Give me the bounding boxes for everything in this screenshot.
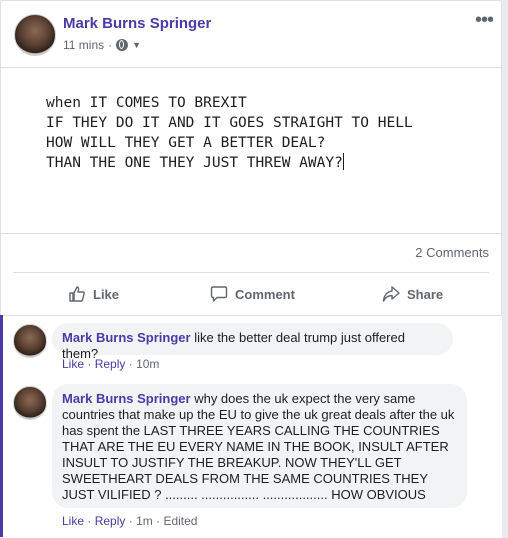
post-meta: 11 mins · ▼: [63, 38, 141, 52]
share-icon: [382, 286, 400, 302]
comment-label: Comment: [235, 286, 295, 302]
comments-count-link[interactable]: 2 Comments: [415, 245, 489, 260]
comment-bubble: Mark Burns Springer like the better deal…: [52, 323, 453, 361]
dot-separator: ·: [128, 357, 133, 371]
comment-reply-link[interactable]: Reply: [95, 357, 126, 371]
comment-author-name[interactable]: Mark Burns Springer: [62, 391, 191, 406]
globe-icon[interactable]: [116, 39, 129, 51]
body-divider: [1, 233, 503, 234]
comment-like-link[interactable]: Like: [62, 357, 84, 371]
comment-button[interactable]: Comment: [210, 285, 295, 303]
comment-edited-label[interactable]: Edited: [163, 514, 197, 528]
dot-separator: ·: [128, 514, 133, 528]
post-author-name[interactable]: Mark Burns Springer: [63, 15, 211, 32]
post-line: when IT COMES TO BREXIT: [46, 95, 247, 111]
post-line: THAN THE ONE THEY JUST THREW AWAY?: [46, 155, 343, 171]
commenter-avatar[interactable]: [13, 386, 47, 420]
header-divider: [1, 67, 503, 68]
like-button[interactable]: Like: [68, 285, 119, 303]
comment-text: why does the uk expect the very same cou…: [62, 391, 455, 502]
text-cursor: [342, 153, 344, 170]
comment-icon: [210, 286, 228, 302]
author-avatar[interactable]: [14, 14, 56, 56]
comments-section: Mark Burns Springer like the better deal…: [0, 315, 502, 538]
like-label: Like: [93, 286, 120, 302]
comment-actions: Like · Reply · 1m · Edited: [62, 514, 197, 528]
comments-accent-bar: [0, 315, 3, 537]
action-bar: Like Comment Share: [13, 272, 489, 317]
chevron-down-icon[interactable]: ▼: [132, 40, 141, 50]
post-body: when IT COMES TO BREXIT IF THEY DO IT AN…: [46, 93, 413, 173]
comment-time[interactable]: 10m: [136, 357, 159, 371]
commenter-avatar[interactable]: [13, 324, 47, 358]
post-timestamp[interactable]: 11 mins: [63, 38, 104, 52]
comment-reply-link[interactable]: Reply: [95, 514, 126, 528]
comment-bubble: Mark Burns Springer why does the uk expe…: [52, 384, 467, 508]
dot-separator: ·: [87, 357, 92, 371]
more-options-icon[interactable]: •••: [475, 9, 494, 32]
comment-like-link[interactable]: Like: [62, 514, 84, 528]
comment-actions: Like · Reply · 10m: [62, 357, 159, 371]
share-label: Share: [407, 286, 444, 302]
meta-separator: ·: [108, 38, 113, 52]
comment-time[interactable]: 1m: [136, 514, 153, 528]
dot-separator: ·: [156, 514, 161, 528]
comment-author-name[interactable]: Mark Burns Springer: [62, 330, 191, 345]
dot-separator: ·: [87, 514, 92, 528]
share-button[interactable]: Share: [382, 285, 443, 303]
thumbs-up-icon: [69, 286, 85, 302]
post-line: IF THEY DO IT AND IT GOES STRAIGHT TO HE…: [46, 115, 413, 131]
post-line: HOW WILL THEY GET A BETTER DEAL?: [46, 135, 326, 151]
